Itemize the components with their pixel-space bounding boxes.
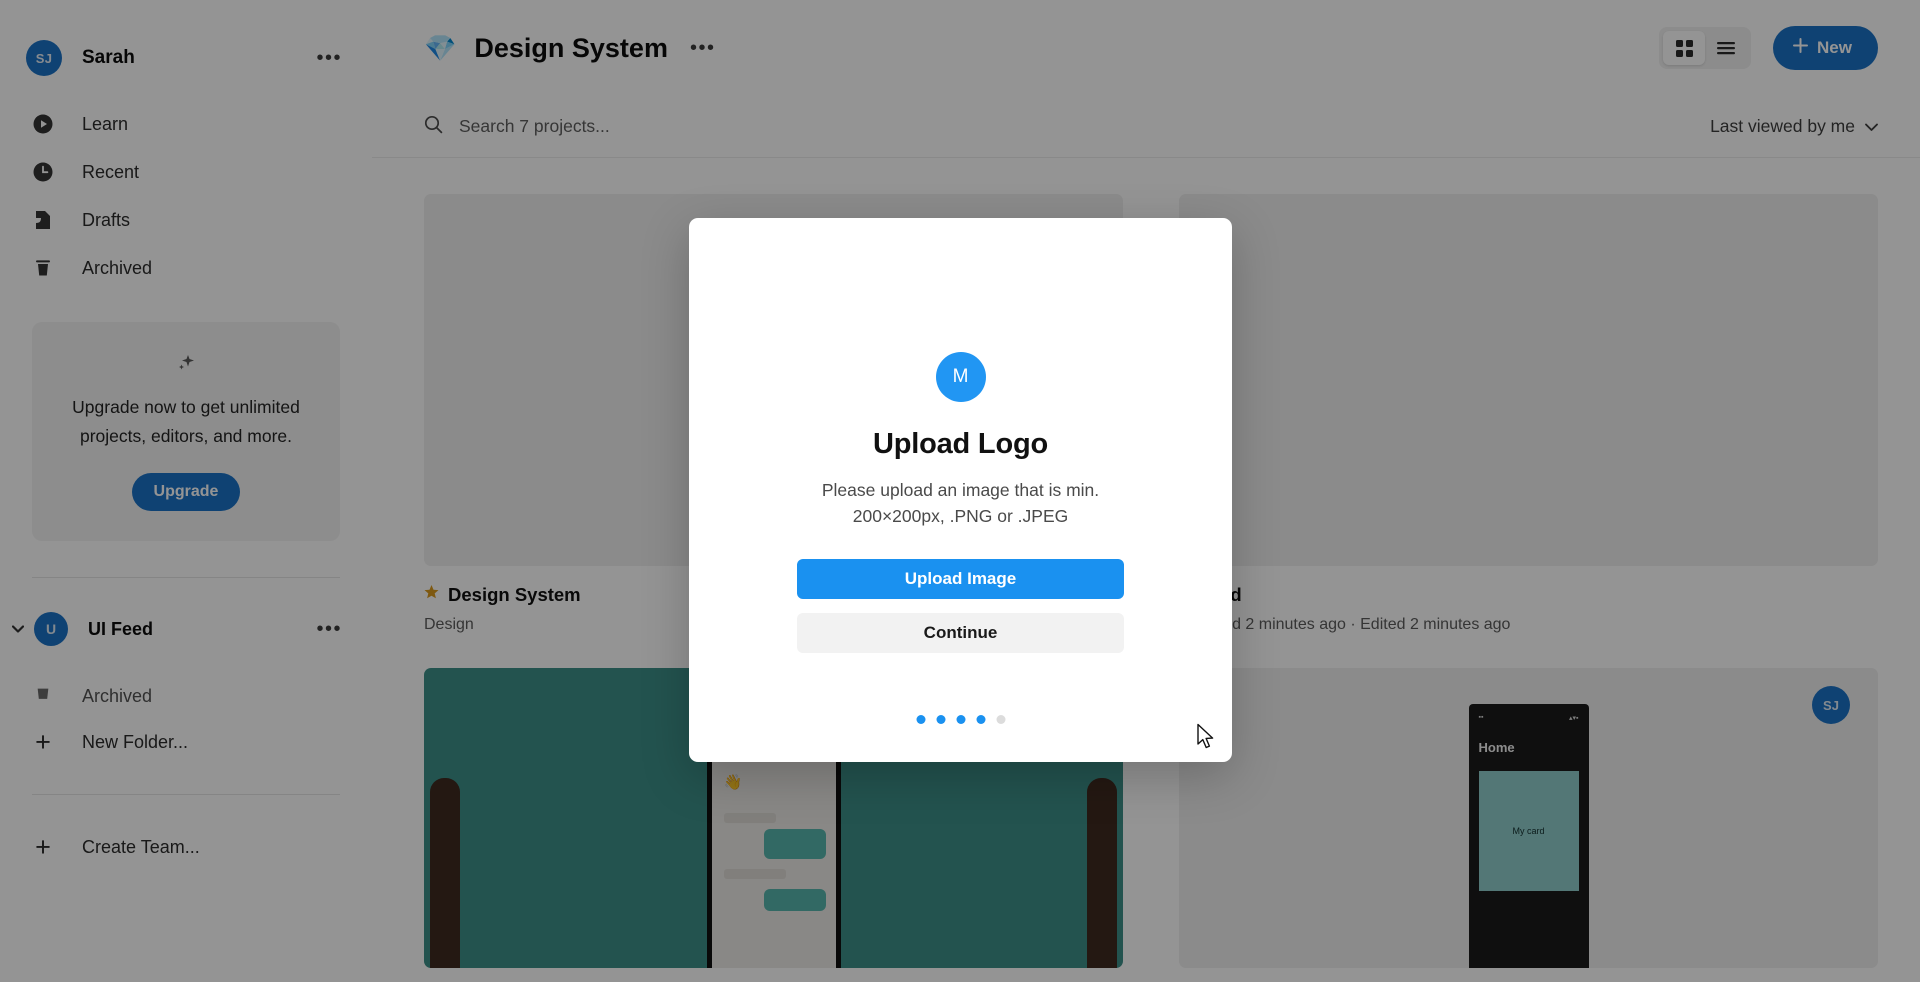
modal-title: Upload Logo bbox=[873, 428, 1048, 460]
pagination-dot[interactable] bbox=[916, 715, 925, 724]
modal-subtitle: Please upload an image that is min. 200×… bbox=[821, 480, 1100, 526]
upload-image-button[interactable]: Upload Image bbox=[797, 559, 1124, 599]
pagination-dot[interactable] bbox=[956, 715, 965, 724]
upload-logo-modal: M Upload Logo Please upload an image tha… bbox=[689, 218, 1232, 762]
continue-button[interactable]: Continue bbox=[797, 613, 1124, 653]
onboarding-pagination bbox=[916, 715, 1005, 724]
pagination-dot[interactable] bbox=[936, 715, 945, 724]
pagination-dot[interactable] bbox=[996, 715, 1005, 724]
pagination-dot[interactable] bbox=[976, 715, 985, 724]
modal-avatar: M bbox=[935, 352, 986, 402]
app-root: SJ Sarah ••• Learn Recent Drafts Archive… bbox=[0, 0, 1920, 982]
